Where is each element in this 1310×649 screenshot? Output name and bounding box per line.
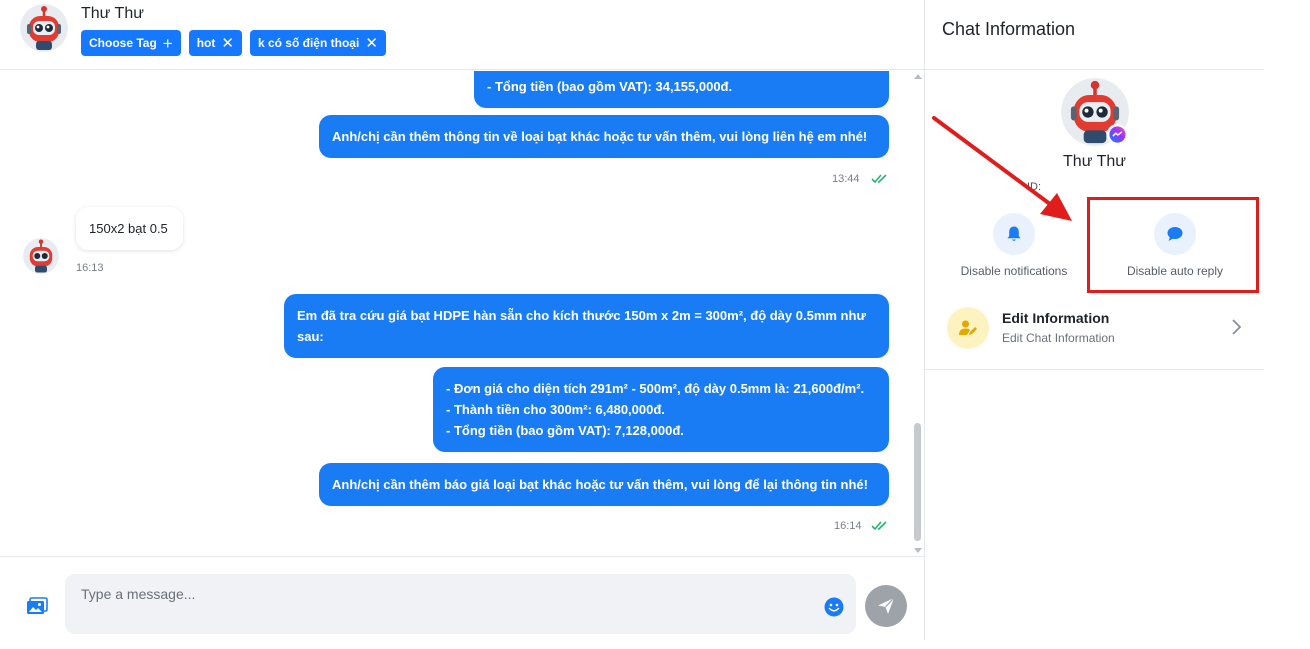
message-line: sau:: [297, 329, 324, 344]
close-icon[interactable]: ✕: [221, 36, 234, 51]
send-button[interactable]: [865, 585, 907, 627]
message-line: Anh/chị cần thêm thông tin về loại bạt k…: [332, 129, 868, 144]
user-id-label: ID:: [1027, 181, 1042, 193]
outgoing-message: - Tổng tiền (bao gồm VAT): 34,155,000đ.: [474, 71, 889, 108]
incoming-message: 150x2 bạt 0.5: [76, 207, 183, 250]
outgoing-message: - Đơn giá cho diện tích 291m² - 500m², đ…: [433, 367, 889, 452]
outgoing-message: Anh/chị cần thêm báo giá loại bạt khác h…: [319, 463, 889, 506]
chat-panel: Thư Thư Choose Tag + hot ✕ k có số điện …: [0, 0, 924, 640]
tag-chip[interactable]: hot ✕: [188, 30, 242, 56]
bell-icon: [1007, 226, 1021, 241]
scroll-thumb[interactable]: [914, 423, 921, 541]
chat-info-panel: Chat Information Thư Thư ID: Disable not…: [924, 0, 1264, 640]
message-composer: [0, 556, 924, 640]
outgoing-message: Anh/chị cần thêm thông tin về loại bạt k…: [319, 115, 889, 158]
edit-title: Edit Information: [1002, 310, 1110, 326]
tag-label: k có số điện thoại: [257, 36, 360, 50]
message-line: - Tổng tiền (bao gồm VAT): 34,155,000đ.: [487, 79, 733, 94]
divider: [925, 69, 1264, 70]
edit-information-row[interactable]: Edit Information Edit Chat Information: [925, 298, 1264, 370]
image-upload-icon[interactable]: [26, 597, 48, 615]
choose-tag-button[interactable]: Choose Tag +: [81, 30, 181, 56]
action-label: Disable notifications: [960, 264, 1068, 278]
message-list[interactable]: - Tổng tiền (bao gồm VAT): 34,155,000đ. …: [0, 71, 924, 556]
chevron-right-icon: [1232, 319, 1242, 335]
message-line: - Thành tiền cho 300m²: 6,480,000đ.: [446, 402, 665, 417]
chat-header: Thư Thư Choose Tag + hot ✕ k có số điện …: [0, 0, 924, 70]
contact-avatar[interactable]: [20, 4, 68, 52]
panel-title: Chat Information: [942, 19, 1076, 39]
profile-name: Thư Thư: [1063, 153, 1126, 170]
message-scrollbar[interactable]: [912, 71, 924, 556]
scroll-up-icon[interactable]: [914, 74, 922, 79]
disable-notifications-button[interactable]: Disable notifications: [944, 213, 1084, 278]
outgoing-message: Em đã tra cứu giá bạt HDPE hàn sẵn cho k…: [284, 294, 889, 358]
edit-user-icon: [947, 307, 989, 349]
tag-label: hot: [196, 36, 216, 50]
contact-avatar-small: [23, 238, 59, 274]
robot-avatar-icon: [23, 238, 59, 274]
robot-avatar-icon: [20, 4, 68, 52]
message-line: Anh/chị cần thêm báo giá loại bạt khác h…: [332, 477, 868, 492]
tag-row: Choose Tag + hot ✕ k có số điện thoại ✕: [81, 30, 386, 56]
tag-chip[interactable]: k có số điện thoại ✕: [249, 30, 386, 56]
read-check-icon: [871, 174, 887, 184]
message-line: - Tổng tiền (bao gồm VAT): 7,128,000đ.: [446, 423, 684, 438]
message-time: 16:13: [76, 262, 104, 274]
action-circle: [993, 213, 1035, 255]
message-line: 150x2 bạt 0.5: [89, 221, 168, 236]
message-time: 13:44: [832, 173, 860, 185]
contact-name: Thư Thư: [81, 5, 144, 22]
plus-icon: +: [162, 33, 173, 53]
message-line: - Đơn giá cho diện tích 291m² - 500m², đ…: [446, 381, 865, 396]
message-line: Em đã tra cứu giá bạt HDPE hàn sẵn cho k…: [297, 308, 866, 323]
emoji-icon[interactable]: [824, 597, 844, 617]
send-icon: [878, 597, 895, 614]
scroll-down-icon[interactable]: [914, 548, 922, 553]
highlight-box: [1087, 197, 1259, 293]
edit-subtitle: Edit Chat Information: [1002, 331, 1115, 345]
close-icon[interactable]: ✕: [365, 36, 378, 51]
message-input[interactable]: [65, 574, 856, 634]
message-time: 16:14: [834, 520, 862, 532]
read-check-icon: [871, 521, 887, 531]
choose-tag-label: Choose Tag: [89, 36, 157, 50]
messenger-icon: [1107, 124, 1127, 144]
